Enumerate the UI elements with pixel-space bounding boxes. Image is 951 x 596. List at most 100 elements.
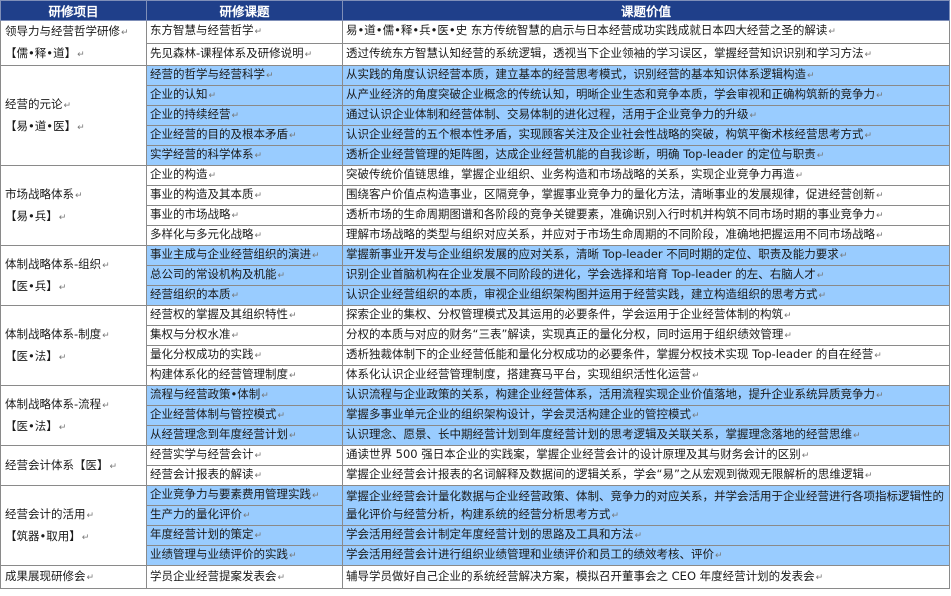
module-label: 【医•兵】 bbox=[5, 278, 58, 293]
cell-text: 辅导学员做好自己企业的系统经营解决方案，模拟召开董事会之 CEO 年度经营计划的… bbox=[346, 568, 815, 583]
paragraph-mark: ↵ bbox=[749, 111, 758, 121]
topic-cell: 经营权的掌握及其组织特性↵ bbox=[146, 305, 343, 326]
paragraph-mark: ↵ bbox=[864, 471, 873, 481]
cell-text: 透析独裁体制下的企业经营低能和量化分权成功的必要条件，掌握分权技术实现 Top-… bbox=[346, 347, 874, 361]
cell-text: 掌握企业经营会计报表的名词解释及数据间的逻辑关系，学会“易”之从宏观到微观无限解… bbox=[346, 467, 864, 481]
paragraph-mark: ↵ bbox=[254, 351, 263, 361]
topic-cell: 企业的认知↵ bbox=[146, 85, 343, 106]
cell-text: 透析市场的生命周期图谱和各阶段的竞争关键要素，准确识别入行时机并构筑不同市场时期… bbox=[346, 207, 875, 221]
module-cell: 经营的元论↵ 【易•道•医】↵ bbox=[0, 65, 147, 166]
table-row: 经营会计体系【医】↵ 经营实学与经营会计↵ 通读世界 500 强日本企业的实践案，掌… bbox=[0, 445, 950, 486]
cell-text: 易•道•儒•释•兵•医•史 东方传统智慧的启示与日本经营成功实践成就日本四大经营… bbox=[346, 23, 828, 38]
topic-cell: 生产力的量化评价↵ bbox=[146, 505, 343, 526]
cell-text: 从产业经济的角度突破企业概念的传统认知，明晰企业生态和竞争本质，学会审视和正确构… bbox=[346, 87, 875, 101]
cell-text: 企业竞争力与要素费用管理实践 bbox=[150, 487, 311, 501]
cell-text: 先见森林-课程体系及研修说明 bbox=[150, 45, 304, 60]
value-cell: 掌握多事业单元企业的组织架构设计，学会灵活构建企业的管控模式↵ bbox=[342, 405, 950, 426]
module-cell: 市场战略体系↵ 【易•兵】↵ bbox=[0, 165, 147, 246]
module-label: 经营会计体系【医】 bbox=[5, 457, 109, 472]
topic-cell: 经营组织的本质↵ bbox=[146, 285, 343, 306]
cell-text: 经营权的掌握及其组织特性 bbox=[150, 307, 288, 321]
cell-text: 通读世界 500 强日本企业的实践案，掌握企业经营会计的设计原理及其与财务会计的… bbox=[346, 447, 801, 461]
module-cell: 体制战略体系-流程↵ 【医•法】↵ bbox=[0, 385, 147, 446]
table-row: 经营会计的活用↵ 【筑器•取用】↵ 企业竞争力与要素费用管理实践↵ 掌握企业经营会计量… bbox=[0, 485, 950, 566]
module-label: 体制战略体系-流程 bbox=[5, 396, 102, 411]
value-cell: 透析企业经营管理的矩阵图，达成企业经营机能的自我诊断，明确 Top-leader… bbox=[342, 145, 950, 166]
paragraph-mark: ↵ bbox=[876, 391, 884, 401]
paragraph-mark: ↵ bbox=[261, 391, 269, 401]
paragraph-mark: ↵ bbox=[63, 100, 72, 111]
module-line: 体制战略体系-流程↵ bbox=[5, 394, 143, 416]
paragraph-mark: ↵ bbox=[876, 191, 884, 201]
cell-text: 实学经营的科学体系 bbox=[150, 147, 254, 161]
paragraph-mark: ↵ bbox=[692, 371, 700, 381]
value-cell: 透析市场的生命周期图谱和各阶段的竞争关键要素，准确识别入行时机并构筑不同市场时期… bbox=[342, 205, 950, 226]
value-cell: 识别企业首脑机构在企业发展不同阶段的进化，学会选择和培育 Top-leader … bbox=[342, 265, 950, 286]
module-line: 体制战略体系-组织↵ bbox=[5, 254, 143, 276]
cell-text: 流程与经营政策•体制 bbox=[150, 387, 261, 401]
paragraph-mark: ↵ bbox=[254, 531, 263, 541]
cell-text: 掌握多事业单元企业的组织架构设计，学会灵活构建企业的管控模式 bbox=[346, 407, 691, 421]
topic-cell: 流程与经营政策•体制↵ bbox=[146, 385, 343, 406]
cell-text: 通过认识企业体制和经营体制、交易体制的进化过程，活用于企业竞争力的升级 bbox=[346, 107, 749, 121]
module-label: 体制战略体系-制度 bbox=[5, 326, 102, 341]
topic-cell: 集权与分权水准↵ bbox=[146, 325, 343, 346]
paragraph-mark: ↵ bbox=[807, 71, 815, 81]
value-cell: 通读世界 500 强日本企业的实践案，掌握企业经营会计的设计原理及其与财务会计的… bbox=[342, 445, 950, 466]
cell-text: 掌握新事业开发与企业组织发展的应对关系，清晰 Top-leader 不同时期的定… bbox=[346, 247, 839, 261]
cell-text: 年度经营计划的策定 bbox=[150, 527, 254, 541]
value-cell: 学会活用经营会计制定年度经营计划的思路及工具和方法↵ bbox=[342, 525, 950, 546]
cell-text: 总公司的常设机构及机能 bbox=[150, 267, 277, 281]
topic-cell: 经营会计报表的解读↵ bbox=[146, 465, 343, 486]
module-line: 成果展现研修会↵ bbox=[5, 567, 143, 588]
module-cell: 经营会计体系【医】↵ bbox=[0, 445, 147, 486]
paragraph-mark: ↵ bbox=[874, 351, 882, 361]
cell-text: 体系化认识企业经营管理制度，搭建赛马平台，实现组织活性化运营 bbox=[346, 367, 691, 381]
module-line: 经营会计的活用↵ bbox=[5, 504, 143, 526]
cell-text: 分权的本质与对应的财务“三表”解读，实现真正的量化分权，同时运用于组织绩效管理 bbox=[346, 327, 784, 341]
cell-text: 理解市场战略的类型与组织对应关系，并应对于市场生命周期的不同阶段，准确地把握运用… bbox=[346, 227, 875, 241]
cell-text: 企业经营体制与管控模式 bbox=[150, 407, 277, 421]
module-label: 【易•兵】 bbox=[5, 208, 58, 223]
paragraph-mark: ↵ bbox=[801, 451, 810, 461]
paragraph-mark: ↵ bbox=[289, 431, 297, 441]
module-line: 经营的元论↵ bbox=[5, 94, 143, 116]
cell-text: 认识企业经营组织的本质，审视企业组织架构图并运用于经营实践，建立构造组织的思考方… bbox=[346, 287, 818, 301]
cell-text: 围绕客户价值点构造事业，区隔竞争，掌握事业竞争力的量化方法，清晰事业的发展规律，… bbox=[346, 187, 875, 201]
paragraph-mark: ↵ bbox=[231, 111, 240, 121]
module-cell: 体制战略体系-制度↵ 【医•法】↵ bbox=[0, 305, 147, 386]
paragraph-mark: ↵ bbox=[254, 151, 263, 161]
value-cell: 学会活用经营会计进行组织业绩管理和业绩评价和员工的绩效考核、评价↵ bbox=[342, 545, 950, 566]
value-cell: 透过传统东方智慧认知经营的系统逻辑，透视当下企业领袖的学习误区，掌握经营知识识别… bbox=[342, 42, 950, 66]
paragraph-mark: ↵ bbox=[876, 231, 884, 241]
paragraph-mark: ↵ bbox=[254, 451, 263, 461]
paragraph-mark: ↵ bbox=[312, 251, 320, 261]
cell-text: 集权与分权水准 bbox=[150, 327, 231, 341]
paragraph-mark: ↵ bbox=[231, 291, 240, 301]
cell-text: 学会活用经营会计制定年度经营计划的思路及工具和方法 bbox=[346, 527, 634, 541]
paragraph-mark: ↵ bbox=[102, 260, 110, 271]
cell-text: 认识企业经营的五个根本性矛盾，实现顾客关注及企业社会性战略的突破，构筑平衡术核经… bbox=[346, 127, 864, 141]
module-line: 体制战略体系-制度↵ bbox=[5, 324, 143, 346]
paragraph-mark: ↵ bbox=[277, 411, 286, 421]
value-cell: 体系化认识企业经营管理制度，搭建赛马平台，实现组织活性化运营↵ bbox=[342, 365, 950, 386]
paragraph-mark: ↵ bbox=[634, 531, 643, 541]
paragraph-mark: ↵ bbox=[816, 151, 825, 161]
module-line: 【医•兵】↵ bbox=[5, 276, 143, 298]
cell-text: 业绩管理与业绩评价的实践 bbox=[150, 547, 288, 561]
value-cell: 围绕客户价值点构造事业，区隔竞争，掌握事业竞争力的量化方法，清晰事业的发展规律，… bbox=[342, 185, 950, 206]
cell-text: 从经营理念到年度经营计划 bbox=[150, 427, 288, 441]
paragraph-mark: ↵ bbox=[254, 471, 263, 481]
module-line: 【易•道•医】↵ bbox=[5, 116, 143, 138]
paragraph-mark: ↵ bbox=[715, 551, 723, 561]
paragraph-mark: ↵ bbox=[839, 251, 848, 261]
module-label: 市场战略体系 bbox=[5, 186, 74, 201]
header-topic: 研修课题 bbox=[146, 0, 343, 21]
paragraph-mark: ↵ bbox=[86, 510, 95, 521]
module-label: 【医•法】 bbox=[5, 418, 58, 433]
paragraph-mark: ↵ bbox=[254, 27, 263, 38]
paragraph-mark: ↵ bbox=[243, 511, 251, 521]
cell-text: 识别企业首脑机构在企业发展不同阶段的进化，学会选择和培育 Top-leader … bbox=[346, 267, 816, 281]
value-cell: 从产业经济的角度突破企业概念的传统认知，明晰企业生态和竞争本质，学会审视和正确构… bbox=[342, 85, 950, 106]
topic-cell: 业绩管理与业绩评价的实践↵ bbox=[146, 545, 343, 566]
